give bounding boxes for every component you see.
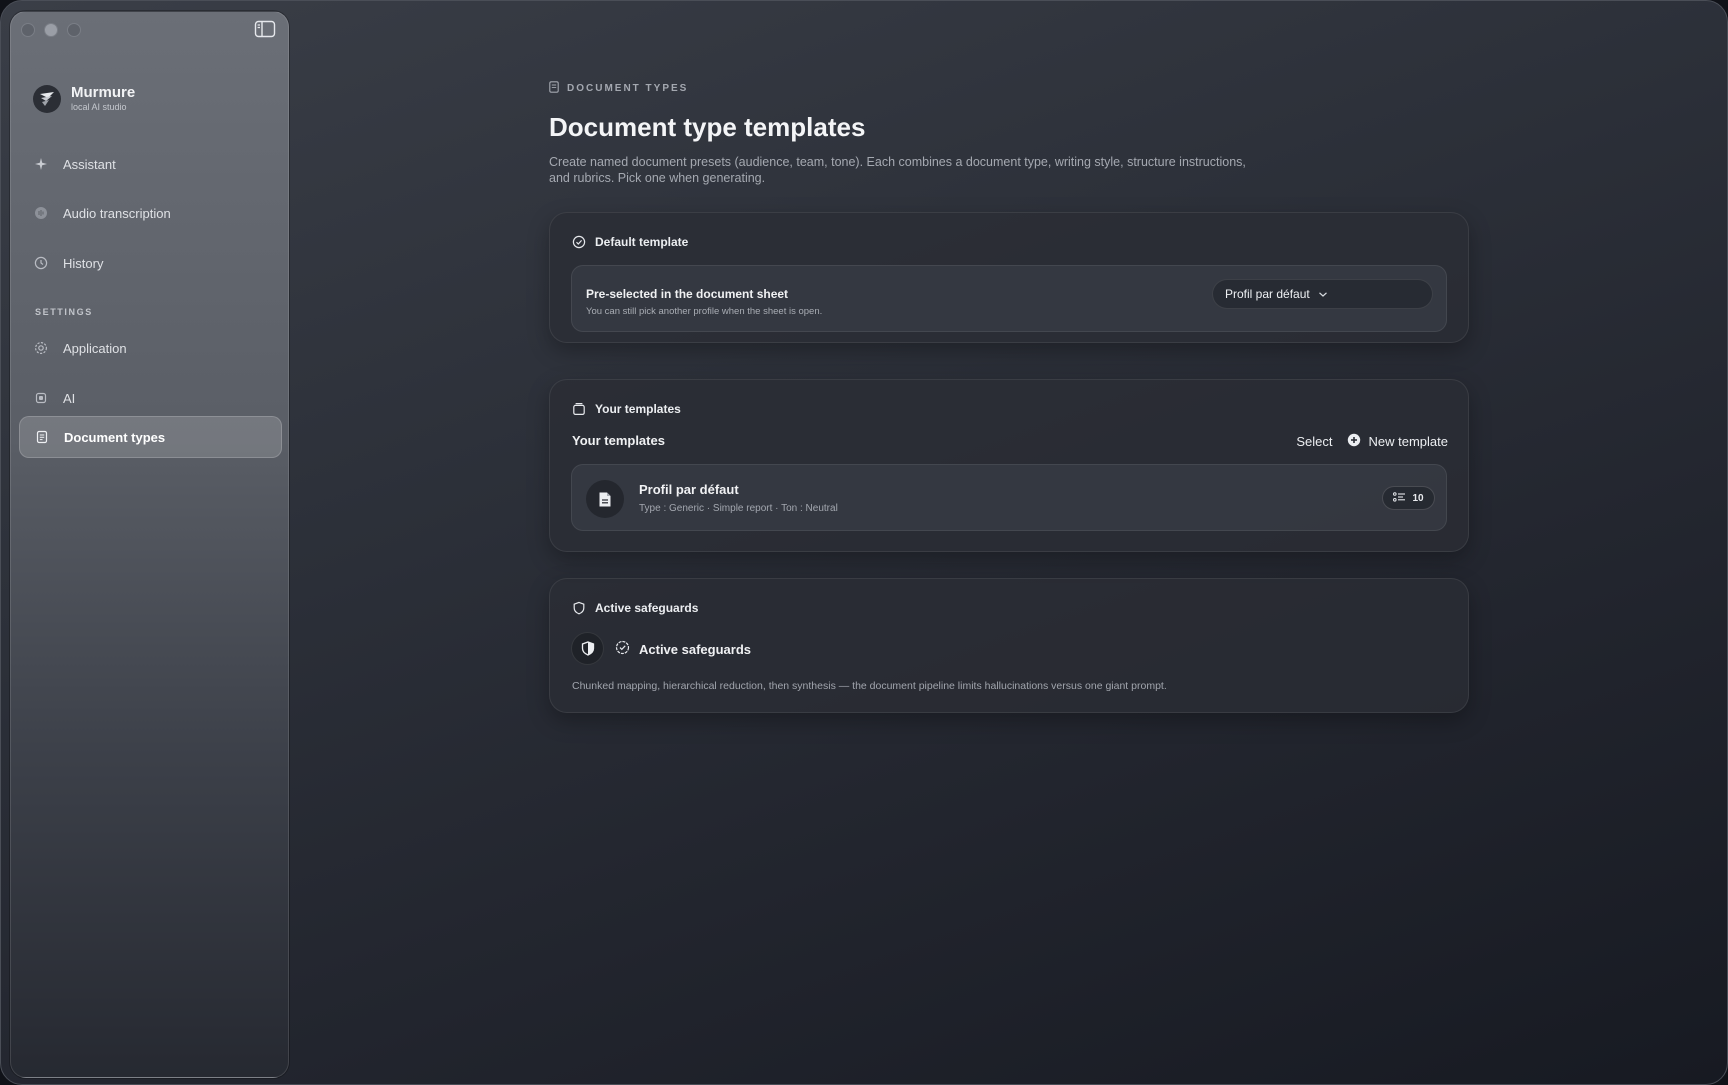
- list-icon: [1393, 491, 1406, 505]
- sidebar-item-ai[interactable]: AI: [19, 377, 282, 419]
- safeguards-title: Active safeguards: [615, 640, 751, 658]
- sidebar-item-application[interactable]: Application: [19, 327, 282, 369]
- shield-half-icon: [571, 632, 604, 665]
- zoom-window-button[interactable]: [67, 23, 81, 37]
- rubric-count: 10: [1412, 492, 1424, 504]
- check-circle-icon: [572, 235, 586, 249]
- main-content: DOCUMENT TYPES Document type templates C…: [549, 80, 1469, 713]
- clock-icon: [33, 255, 49, 271]
- close-window-button[interactable]: [21, 23, 35, 37]
- settings-section-label: SETTINGS: [35, 307, 93, 317]
- template-item[interactable]: Profil par défaut Type : Generic · Simpl…: [571, 464, 1447, 531]
- brand: Murmure local AI studio: [33, 84, 135, 113]
- template-name: Profil par défaut: [639, 482, 739, 497]
- eyebrow-text: DOCUMENT TYPES: [567, 82, 689, 94]
- selected-value: Profil par défaut: [1225, 287, 1310, 301]
- safeguards-description: Chunked mapping, hierarchical reduction,…: [572, 680, 1167, 692]
- verified-badge-icon: [615, 640, 630, 658]
- gear-icon: [33, 340, 49, 356]
- row-title: Pre-selected in the document sheet: [586, 287, 789, 301]
- default-template-card: Default template Pre-selected in the doc…: [549, 212, 1469, 343]
- new-template-label: New template: [1368, 434, 1448, 449]
- window-controls: [21, 23, 81, 37]
- minimize-window-button[interactable]: [44, 23, 58, 37]
- page-title: Document type templates: [549, 112, 866, 142]
- murmure-logo-icon: [33, 84, 61, 113]
- new-template-button[interactable]: New template: [1347, 433, 1448, 450]
- default-template-select[interactable]: Profil par défaut: [1212, 279, 1433, 309]
- sidebar-item-label: History: [63, 255, 104, 271]
- waveform-icon: [33, 205, 49, 221]
- sidebar-item-assistant[interactable]: Assistant: [19, 143, 282, 185]
- chip-icon: [33, 390, 49, 406]
- sidebar-item-label: Assistant: [63, 156, 116, 172]
- chevron-down-icon: [1318, 287, 1328, 301]
- default-template-row: Pre-selected in the document sheet You c…: [571, 265, 1447, 332]
- folder-icon: [572, 402, 586, 416]
- list-actions: Select New template: [1296, 433, 1448, 450]
- safeguards-title-text: Active safeguards: [639, 641, 751, 657]
- shield-icon: [572, 601, 586, 615]
- card-heading-text: Your templates: [595, 402, 681, 416]
- card-heading-text: Default template: [595, 235, 689, 249]
- sidebar-toggle-icon[interactable]: [254, 20, 276, 38]
- templates-card: Your templates Your templates Select New…: [549, 379, 1469, 552]
- sparkle-icon: [33, 156, 49, 172]
- sidebar-item-history[interactable]: History: [19, 242, 282, 284]
- card-heading: Default template: [572, 235, 688, 249]
- app-name: Murmure: [71, 84, 136, 101]
- sidebar-item-audio-transcription[interactable]: Audio transcription: [19, 192, 282, 234]
- sidebar-item-label: AI: [63, 390, 76, 406]
- sidebar-item-document-types[interactable]: Document types: [19, 416, 282, 458]
- sidebar-item-label: Application: [63, 340, 127, 356]
- page-eyebrow: DOCUMENT TYPES: [549, 80, 1469, 96]
- app-window: Murmure local AI studio Assistant Audio …: [0, 0, 1728, 1085]
- rubric-count-badge[interactable]: 10: [1382, 486, 1435, 510]
- card-heading: Active safeguards: [572, 601, 698, 615]
- plus-circle-icon: [1347, 433, 1361, 450]
- row-subtitle: You can still pick another profile when …: [586, 306, 823, 317]
- select-button[interactable]: Select: [1296, 434, 1332, 449]
- document-icon: [549, 80, 559, 96]
- card-heading: Your templates: [572, 402, 681, 416]
- app-subtitle: local AI studio: [71, 102, 127, 112]
- safeguards-card: Active safeguards Active safeguards Chun…: [549, 578, 1469, 713]
- card-heading-text: Active safeguards: [595, 601, 699, 615]
- sidebar: Murmure local AI studio Assistant Audio …: [10, 11, 289, 1078]
- templates-list-header: Your templates Select New template: [572, 433, 1448, 451]
- document-icon: [34, 429, 50, 445]
- sidebar-item-label: Audio transcription: [63, 205, 171, 221]
- document-file-icon: [586, 480, 624, 518]
- template-meta: Type : Generic · Simple report · Ton : N…: [639, 503, 838, 514]
- sidebar-item-label: Document types: [64, 429, 166, 445]
- list-title: Your templates: [572, 433, 665, 448]
- page-description: Create named document presets (audience,…: [549, 155, 1246, 185]
